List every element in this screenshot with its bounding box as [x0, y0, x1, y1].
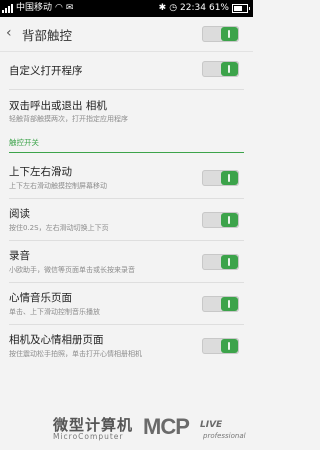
carrier-label: 中国移动 [16, 3, 53, 13]
header-bar: ‹ 背部触控 [0, 17, 253, 52]
watermark-logo: MCP [143, 414, 190, 439]
custom-open-app-toggle[interactable] [202, 61, 239, 77]
music-toggle[interactable] [202, 296, 239, 312]
row-custom-open-app[interactable]: 自定义打开程序 [0, 52, 253, 88]
row-label: 上下左右滑动 [9, 166, 72, 178]
row-label: 心情音乐页面 [9, 292, 72, 304]
toggle-knob [221, 213, 238, 227]
row-subtitle: 上下左右滑动触摸控制屏幕移动 [9, 182, 107, 190]
row-recording[interactable]: 录音 小欧助手，微信等页面单击或长按来录音 [0, 244, 253, 282]
row-camera-album[interactable]: 相机及心情相册页面 按住震动松手拍照，单击打开心情相册相机 [0, 328, 253, 366]
row-music[interactable]: 心情音乐页面 单击、上下滑动控制音乐播放 [0, 286, 253, 324]
divider [9, 240, 244, 241]
battery-percent: 61% [208, 3, 229, 13]
screen: 中国移动 ◠ ✉ ✱ ◷ 22:34 61% ‹ 背部触控 自定义打开程序 双击… [0, 0, 253, 450]
row-swipe[interactable]: 上下左右滑动 上下左右滑动触摸控制屏幕移动 [0, 160, 253, 198]
row-subtitle: 单击、上下滑动控制音乐播放 [9, 308, 100, 316]
watermark-logo-pro: professional [203, 432, 246, 440]
reading-toggle[interactable] [202, 212, 239, 228]
toggle-knob [221, 297, 238, 311]
watermark-logo-live: LIVE [200, 420, 223, 430]
status-bar: 中国移动 ◠ ✉ ✱ ◷ 22:34 61% [0, 0, 253, 17]
signal-icon [2, 4, 13, 13]
divider [9, 198, 244, 199]
divider [9, 324, 244, 325]
recording-toggle[interactable] [202, 254, 239, 270]
chevron-left-icon[interactable]: ‹ [6, 25, 12, 41]
divider [9, 282, 244, 283]
toggle-knob [221, 27, 238, 41]
section-divider [9, 152, 244, 153]
row-label: 录音 [9, 250, 30, 262]
section-title: 触控开关 [9, 138, 39, 147]
row-subtitle: 轻触背部触摸两次，打开指定应用程序 [9, 115, 128, 123]
wifi-icon: ◠ [55, 3, 63, 13]
alarm-icon: ◷ [169, 3, 178, 13]
battery-icon [232, 4, 248, 13]
row-label: 自定义打开程序 [9, 65, 83, 77]
row-reading[interactable]: 阅读 按住0.2S，左右滑动切换上下页 [0, 202, 253, 240]
row-label: 相机及心情相册页面 [9, 334, 104, 346]
page-title: 背部触控 [22, 28, 73, 43]
notification-icon: ✉ [65, 3, 74, 13]
row-subtitle: 小欧助手，微信等页面单击或长按来录音 [9, 266, 135, 274]
row-double-tap-camera[interactable]: 双击呼出或退出 相机 轻触背部触摸两次，打开指定应用程序 [0, 90, 253, 132]
status-left: 中国移动 ◠ ✉ [2, 0, 73, 17]
watermark: 微型计算机 MicroComputer MCP LIVE professiona… [0, 410, 253, 450]
status-right: ✱ ◷ 22:34 61% [159, 0, 250, 17]
bluetooth-icon: ✱ [158, 3, 167, 13]
row-label: 阅读 [9, 208, 30, 220]
clock: 22:34 [180, 3, 206, 13]
row-subtitle: 按住0.2S，左右滑动切换上下页 [9, 224, 109, 232]
row-label: 双击呼出或退出 相机 [9, 100, 107, 112]
master-toggle[interactable] [202, 26, 239, 42]
toggle-knob [221, 171, 238, 185]
toggle-knob [221, 255, 238, 269]
toggle-knob [221, 339, 238, 353]
toggle-knob [221, 62, 238, 76]
watermark-en: MicroComputer [53, 432, 124, 441]
row-subtitle: 按住震动松手拍照，单击打开心情相册相机 [9, 350, 142, 358]
camera-album-toggle[interactable] [202, 338, 239, 354]
swipe-toggle[interactable] [202, 170, 239, 186]
